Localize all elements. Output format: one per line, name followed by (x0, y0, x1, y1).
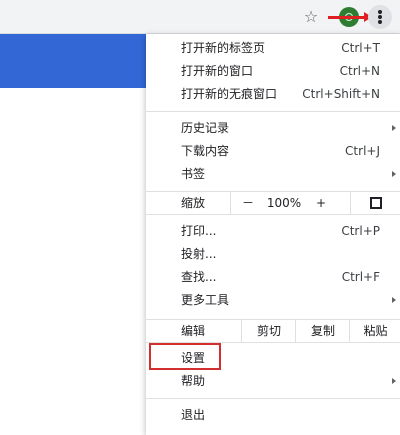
menu-item-label: 书签 (181, 167, 206, 181)
shortcut-label: Ctrl+J (345, 144, 380, 158)
browser-toolbar: ☆ (0, 0, 400, 34)
menu-item-new-window[interactable]: 打开新的窗口 Ctrl+N (146, 60, 400, 83)
zoom-in-button[interactable]: + (304, 192, 338, 214)
edit-row: 编辑 剪切 复制 粘贴 (146, 319, 400, 343)
menu-item-print[interactable]: 打印... Ctrl+P (146, 220, 400, 243)
menu-item-new-tab[interactable]: 打开新的标签页 Ctrl+T (146, 37, 400, 60)
menu-item-label: 更多工具 (181, 293, 230, 307)
shortcut-label: Ctrl+P (341, 224, 380, 238)
menu-item-label: 打印... (181, 224, 217, 238)
fullscreen-icon (370, 197, 382, 209)
page-header-bar (0, 34, 150, 88)
menu-item-help[interactable]: 帮助 (146, 370, 400, 393)
zoom-in-label: + (315, 196, 327, 210)
menu-item-label: 投射... (181, 247, 217, 261)
menu-item-label: 打开新的无痕窗口 (181, 87, 278, 101)
shortcut-label: Ctrl+T (341, 41, 380, 55)
menu-item-cast[interactable]: 投射... (146, 243, 400, 266)
copy-label: 复制 (310, 324, 335, 338)
menu-item-label: 历史记录 (181, 121, 230, 135)
menu-separator (146, 398, 400, 399)
zoom-out-label: － (241, 196, 254, 210)
cut-label: 剪切 (256, 324, 281, 338)
chrome-menu: 打开新的标签页 Ctrl+T 打开新的窗口 Ctrl+N 打开新的无痕窗口 Ct… (146, 34, 400, 435)
zoom-row: 缩放 － 100% + (146, 191, 400, 215)
submenu-arrow-icon (392, 171, 396, 177)
menu-item-label: 帮助 (181, 374, 206, 388)
copy-button[interactable]: 复制 (295, 320, 350, 342)
cut-button[interactable]: 剪切 (241, 320, 296, 342)
annotation-arrow (328, 12, 372, 22)
fullscreen-button[interactable] (350, 192, 400, 214)
settings-highlight-box (149, 343, 221, 370)
zoom-level: 100% (264, 192, 304, 214)
submenu-arrow-icon (392, 378, 396, 384)
menu-item-label: 下载内容 (181, 144, 230, 158)
paste-button[interactable]: 粘贴 (349, 320, 400, 342)
star-icon[interactable]: ☆ (300, 6, 322, 28)
zoom-out-button[interactable]: － (230, 192, 265, 214)
menu-separator (146, 111, 400, 112)
menu-item-label: 查找... (181, 270, 217, 284)
menu-item-label: 退出 (181, 408, 206, 422)
menu-item-find[interactable]: 查找... Ctrl+F (146, 266, 400, 289)
paste-label: 粘贴 (363, 324, 388, 338)
zoom-value: 100% (266, 196, 302, 210)
menu-item-downloads[interactable]: 下载内容 Ctrl+J (146, 140, 400, 163)
menu-item-label: 打开新的窗口 (181, 64, 254, 78)
menu-item-bookmarks[interactable]: 书签 (146, 163, 400, 186)
menu-item-new-incognito[interactable]: 打开新的无痕窗口 Ctrl+Shift+N (146, 83, 400, 106)
submenu-arrow-icon (392, 125, 396, 131)
menu-item-history[interactable]: 历史记录 (146, 117, 400, 140)
menu-item-more-tools[interactable]: 更多工具 (146, 289, 400, 312)
menu-item-label: 打开新的标签页 (181, 41, 266, 55)
menu-item-exit[interactable]: 退出 (146, 404, 400, 427)
shortcut-label: Ctrl+Shift+N (302, 87, 380, 101)
zoom-label: 缩放 (181, 196, 206, 210)
edit-label: 编辑 (181, 324, 206, 338)
three-dot-menu-icon[interactable] (368, 5, 392, 29)
shortcut-label: Ctrl+F (341, 270, 380, 284)
shortcut-label: Ctrl+N (339, 64, 380, 78)
submenu-arrow-icon (392, 297, 396, 303)
